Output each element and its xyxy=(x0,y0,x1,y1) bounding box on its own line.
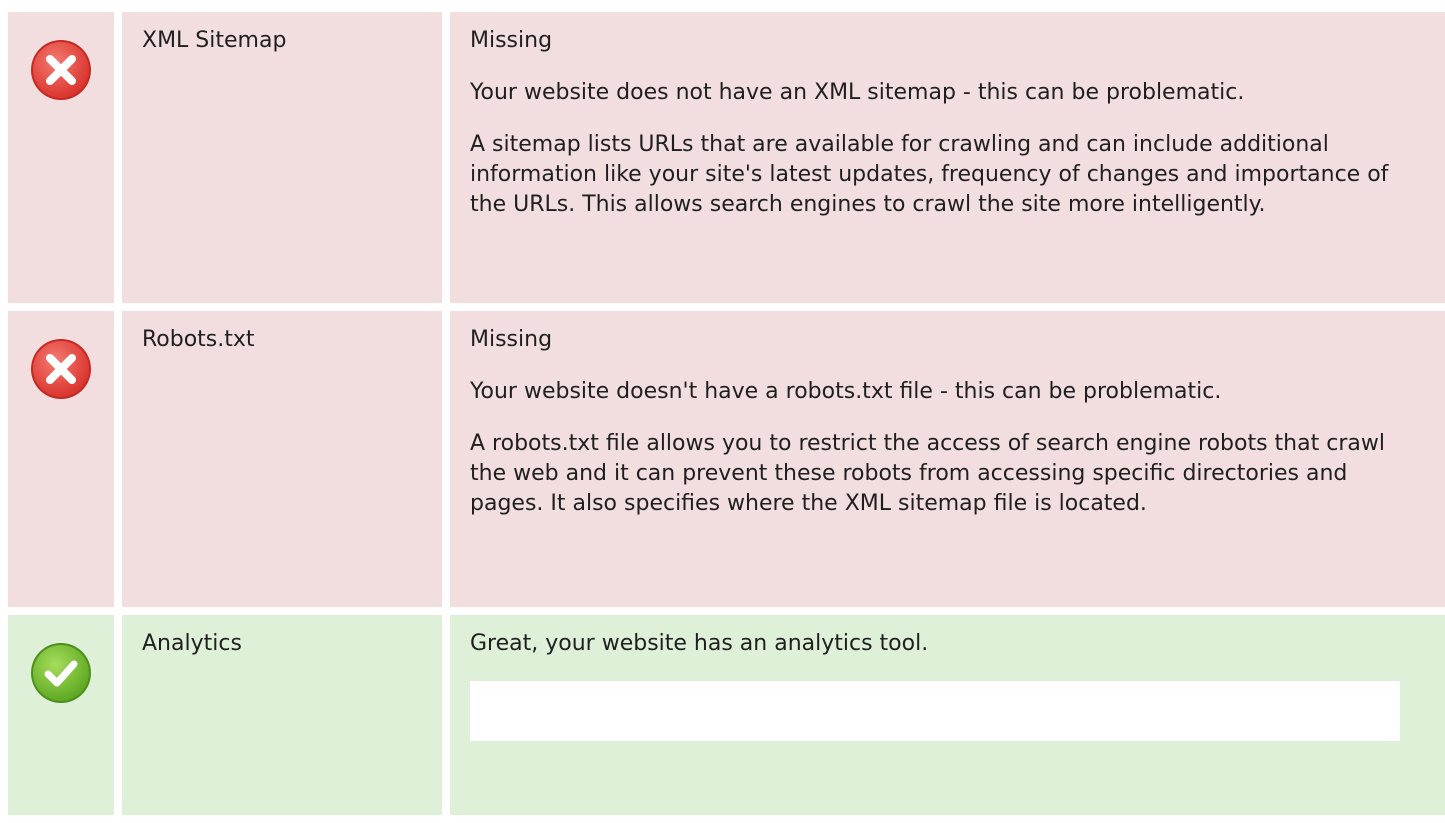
error-x-icon xyxy=(30,39,92,101)
check-name: Analytics xyxy=(142,631,242,656)
check-name-cell: Robots.txt xyxy=(122,311,442,607)
check-row-analytics: Analytics Great, your website has an ana… xyxy=(8,615,1445,815)
check-status-text: Missing xyxy=(470,28,553,53)
check-name-cell: Analytics xyxy=(122,615,442,815)
status-icon-cell xyxy=(8,12,114,303)
check-row-xml-sitemap: XML Sitemap Missing Your website does no… xyxy=(8,12,1445,303)
check-summary: Your website doesn't have a robots.txt f… xyxy=(470,379,1222,404)
seo-check-table: XML Sitemap Missing Your website does no… xyxy=(8,12,1445,823)
status-icon-cell xyxy=(8,311,114,607)
check-description-cell: Great, your website has an analytics too… xyxy=(450,615,1445,815)
check-name-cell: XML Sitemap xyxy=(122,12,442,303)
check-icon xyxy=(30,642,92,704)
check-name: Robots.txt xyxy=(142,327,255,352)
error-x-icon xyxy=(30,338,92,400)
check-status-text: Great, your website has an analytics too… xyxy=(470,631,929,656)
check-description-cell: Missing Your website doesn't have a robo… xyxy=(450,311,1445,607)
check-name: XML Sitemap xyxy=(142,28,287,53)
status-icon-cell xyxy=(8,615,114,815)
check-explanation: A robots.txt file allows you to restrict… xyxy=(470,431,1385,516)
check-explanation: A sitemap lists URLs that are available … xyxy=(470,132,1389,217)
analytics-detail-box xyxy=(470,681,1400,741)
check-description-cell: Missing Your website does not have an XM… xyxy=(450,12,1445,303)
check-summary: Your website does not have an XML sitema… xyxy=(470,80,1245,105)
check-status-text: Missing xyxy=(470,327,553,352)
check-row-robots-txt: Robots.txt Missing Your website doesn't … xyxy=(8,311,1445,607)
